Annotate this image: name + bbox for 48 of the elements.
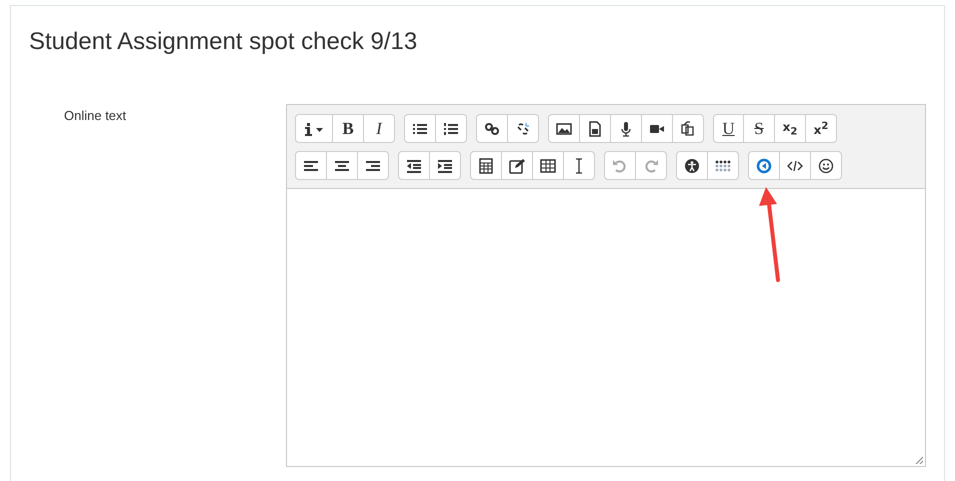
accessibility-icon bbox=[684, 158, 700, 174]
media-file-icon bbox=[587, 120, 603, 136]
toolbar-button[interactable] bbox=[295, 114, 333, 143]
toolbar-button[interactable] bbox=[327, 151, 358, 180]
toolbar-button[interactable]: B bbox=[333, 114, 364, 143]
toolbar-button[interactable] bbox=[811, 151, 842, 180]
indent-icon bbox=[437, 158, 453, 174]
toolbar-button[interactable] bbox=[358, 151, 389, 180]
toolbar-button[interactable] bbox=[430, 151, 461, 180]
toolbar-button[interactable] bbox=[476, 114, 508, 143]
toolbar-button[interactable]: x$_{2}$ bbox=[775, 114, 806, 143]
toolbar-button[interactable]: U bbox=[713, 114, 744, 143]
toolbar-button[interactable] bbox=[398, 151, 430, 180]
copy-icon bbox=[680, 120, 696, 136]
play-circle-icon bbox=[756, 158, 772, 174]
page-title: Student Assignment spot check 9/13 bbox=[29, 28, 418, 56]
outdent-icon bbox=[406, 158, 422, 174]
field-label: Online text bbox=[64, 108, 126, 123]
toolbar-button[interactable] bbox=[708, 151, 739, 180]
info-dropdown-icon bbox=[303, 120, 325, 136]
toolbar-button[interactable] bbox=[548, 114, 580, 143]
toolbar-button[interactable] bbox=[502, 151, 533, 180]
toolbar-button[interactable] bbox=[780, 151, 811, 180]
image-icon bbox=[556, 120, 572, 136]
undo-icon bbox=[612, 158, 628, 174]
toolbar-button[interactable] bbox=[470, 151, 502, 180]
pencil-square-icon bbox=[509, 158, 525, 174]
toolbar-button[interactable] bbox=[404, 114, 436, 143]
resize-grip-icon[interactable] bbox=[915, 456, 923, 464]
smiley-icon bbox=[818, 158, 834, 174]
table-icon bbox=[540, 158, 556, 174]
toolbar-button[interactable] bbox=[642, 114, 673, 143]
toolbar-button[interactable]: S bbox=[744, 114, 775, 143]
braille-dots-icon bbox=[715, 158, 731, 174]
toolbar-button[interactable] bbox=[564, 151, 595, 180]
toolbar-button[interactable] bbox=[436, 114, 467, 143]
toolbar-button[interactable]: I bbox=[364, 114, 395, 143]
calculator-icon bbox=[478, 158, 494, 174]
toolbar-button[interactable] bbox=[611, 114, 642, 143]
toolbar-button[interactable] bbox=[676, 151, 708, 180]
toolbar-button[interactable] bbox=[508, 114, 539, 143]
toolbar-button[interactable]: x$^{2}$ bbox=[806, 114, 837, 143]
link-icon bbox=[484, 120, 500, 136]
toolbar-button[interactable] bbox=[295, 151, 327, 180]
toolbar-button[interactable] bbox=[533, 151, 564, 180]
toolbar-button[interactable] bbox=[673, 114, 704, 143]
redo-icon bbox=[643, 158, 659, 174]
toolbar-button[interactable] bbox=[580, 114, 611, 143]
